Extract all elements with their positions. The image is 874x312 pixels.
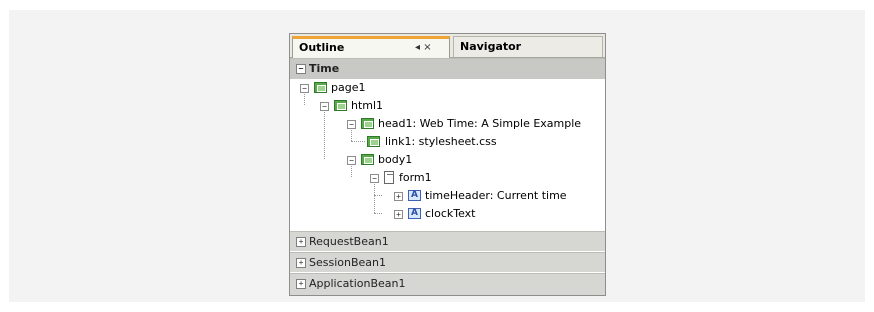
tab-outline[interactable]: Outline ◂ × — [292, 36, 450, 58]
tree-connector — [351, 127, 352, 141]
tree-connector — [324, 109, 325, 159]
section-label: RequestBean1 — [309, 235, 389, 248]
collapse-icon[interactable]: − — [300, 84, 309, 93]
tree-node-label: form1 — [399, 171, 432, 184]
section-time[interactable]: − Time — [290, 58, 605, 79]
tree-node-label: html1 — [351, 99, 384, 112]
tab-close-controls[interactable]: ◂ × — [415, 39, 432, 56]
tab-outline-label: Outline — [299, 41, 345, 54]
tree-node-label: timeHeader: Current time — [425, 189, 567, 202]
tree-connector — [351, 163, 352, 177]
html-tag-icon — [361, 154, 374, 165]
collapse-icon[interactable]: − — [296, 64, 306, 74]
text-component-icon: A — [408, 208, 421, 219]
tree-node-label: link1: stylesheet.css — [385, 135, 497, 148]
outline-tree: − page1 − html1 − head1: Web Time: A Sim… — [290, 79, 605, 228]
section-application-bean[interactable]: + ApplicationBean1 — [290, 273, 605, 295]
tree-node-label: clockText — [425, 207, 476, 220]
tree-connector — [304, 91, 305, 105]
section-session-bean[interactable]: + SessionBean1 — [290, 252, 605, 272]
html-tag-icon — [367, 136, 380, 147]
expand-icon[interactable]: + — [296, 258, 306, 268]
tree-connector — [351, 141, 365, 142]
section-label: ApplicationBean1 — [309, 277, 406, 290]
tree-connector — [374, 181, 375, 213]
tree-connector — [374, 213, 382, 214]
expand-icon[interactable]: + — [394, 210, 403, 219]
tree-node-label: head1: Web Time: A Simple Example — [378, 117, 582, 130]
tree-node-label: body1 — [378, 153, 413, 166]
tab-bar: Outline ◂ × Navigator — [290, 34, 605, 58]
expand-icon[interactable]: + — [394, 192, 403, 201]
collapse-icon[interactable]: − — [347, 120, 356, 129]
html-tag-icon — [334, 100, 347, 111]
html-tag-icon — [361, 118, 374, 129]
expand-icon[interactable]: + — [296, 279, 306, 289]
section-label: SessionBean1 — [309, 256, 386, 269]
tree-node-label: page1 — [331, 81, 366, 94]
section-request-bean[interactable]: + RequestBean1 — [290, 231, 605, 251]
outline-panel: Outline ◂ × Navigator − Time − page1 − h… — [289, 33, 606, 296]
tab-navigator[interactable]: Navigator — [453, 36, 603, 57]
html-tag-icon — [314, 82, 327, 93]
text-component-icon: A — [408, 190, 421, 201]
section-time-label: Time — [309, 62, 340, 75]
expand-icon[interactable]: + — [296, 237, 306, 247]
collapse-icon[interactable]: − — [320, 102, 329, 111]
collapse-icon[interactable]: − — [370, 174, 379, 183]
tree-connector — [374, 195, 382, 196]
form-icon — [384, 171, 394, 184]
collapse-icon[interactable]: − — [347, 156, 356, 165]
tab-navigator-label: Navigator — [460, 40, 522, 53]
